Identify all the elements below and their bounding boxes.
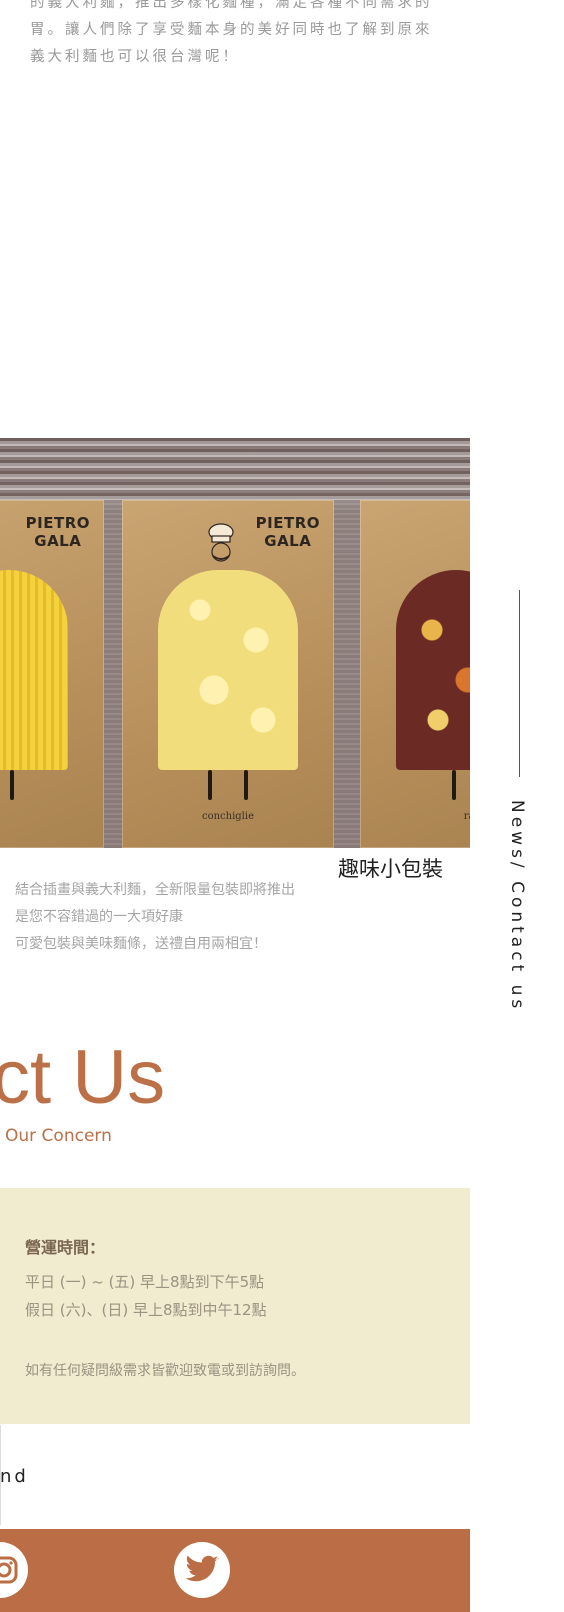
chef-leg — [244, 770, 248, 800]
package-brand: PIETRO GALA — [255, 514, 320, 550]
package-label: ini — [0, 811, 104, 822]
pasta-illustration — [0, 570, 68, 770]
pasta-package: PIETRO GALA ini — [0, 500, 104, 848]
intro-text: 的義大利麵，推出多樣化麵種，滿足各種不同需求的 胃。讓人們除了享受麵本身的美好同… — [30, 0, 450, 71]
photo-wood-background — [0, 438, 470, 500]
chef-leg — [10, 770, 14, 800]
form-partial-text: nd — [0, 1466, 29, 1487]
intro-line: 胃。讓人們除了享受麵本身的美好同時也了解到原來 — [30, 22, 433, 38]
contact-title: ct Us — [0, 1035, 166, 1120]
caption-line: 是您不容錯過的一大項好康 — [15, 909, 183, 925]
caption-line: 結合插畫與義大利麵，全新限量包裝即將推出 — [15, 882, 295, 898]
product-caption-text: 結合插畫與義大利麵，全新限量包裝即將推出 是您不容錯過的一大項好康 可愛包裝與美… — [15, 877, 335, 958]
contact-subtitle: Our Concern — [5, 1126, 112, 1146]
intro-line: 義大利麵也可以很台灣呢！ — [30, 49, 240, 65]
pasta-package: radia — [360, 500, 470, 848]
package-brand: PIETRO GALA — [25, 514, 90, 550]
pasta-illustration — [158, 570, 298, 770]
package-label: conchiglie — [201, 811, 255, 822]
pasta-package: PIETRO GALA conchiglie — [122, 500, 334, 848]
intro-line: 的義大利麵，推出多樣化麵種，滿足各種不同需求的 — [30, 0, 433, 11]
pasta-illustration — [396, 570, 470, 770]
twitter-icon — [185, 1555, 219, 1582]
caption-line: 可愛包裝與美味麵條，送禮自用兩相宜！ — [15, 936, 267, 952]
chef-leg — [452, 770, 456, 800]
hours-weekend: 假日 (六)、(日) 早上8點到中午12點 — [25, 1301, 267, 1319]
side-nav-divider — [519, 590, 520, 777]
chef-illustration — [208, 523, 234, 562]
contact-note: 如有任何疑問級需求皆歡迎致電或到訪詢問。 — [25, 1363, 305, 1379]
side-nav-link[interactable]: News/ Contact us — [507, 800, 527, 1012]
hours-title: 營運時間： — [25, 1238, 106, 1257]
product-photo: PIETRO GALA ini PIETRO GALA conchiglie r… — [0, 438, 470, 848]
product-caption-title: 趣味小包裝 — [338, 857, 443, 881]
business-hours-box: 營運時間： 平日 (一) ~ (五) 早上8點到下午5點 假日 (六)、(日) … — [0, 1188, 470, 1424]
footer — [0, 1529, 470, 1612]
twitter-icon[interactable] — [174, 1542, 230, 1598]
hours-weekday: 平日 (一) ~ (五) 早上8點到下午5點 — [25, 1273, 265, 1291]
instagram-icon — [0, 1556, 18, 1584]
chef-leg — [208, 770, 212, 800]
package-label: radia — [463, 811, 470, 822]
instagram-icon[interactable] — [0, 1542, 28, 1598]
